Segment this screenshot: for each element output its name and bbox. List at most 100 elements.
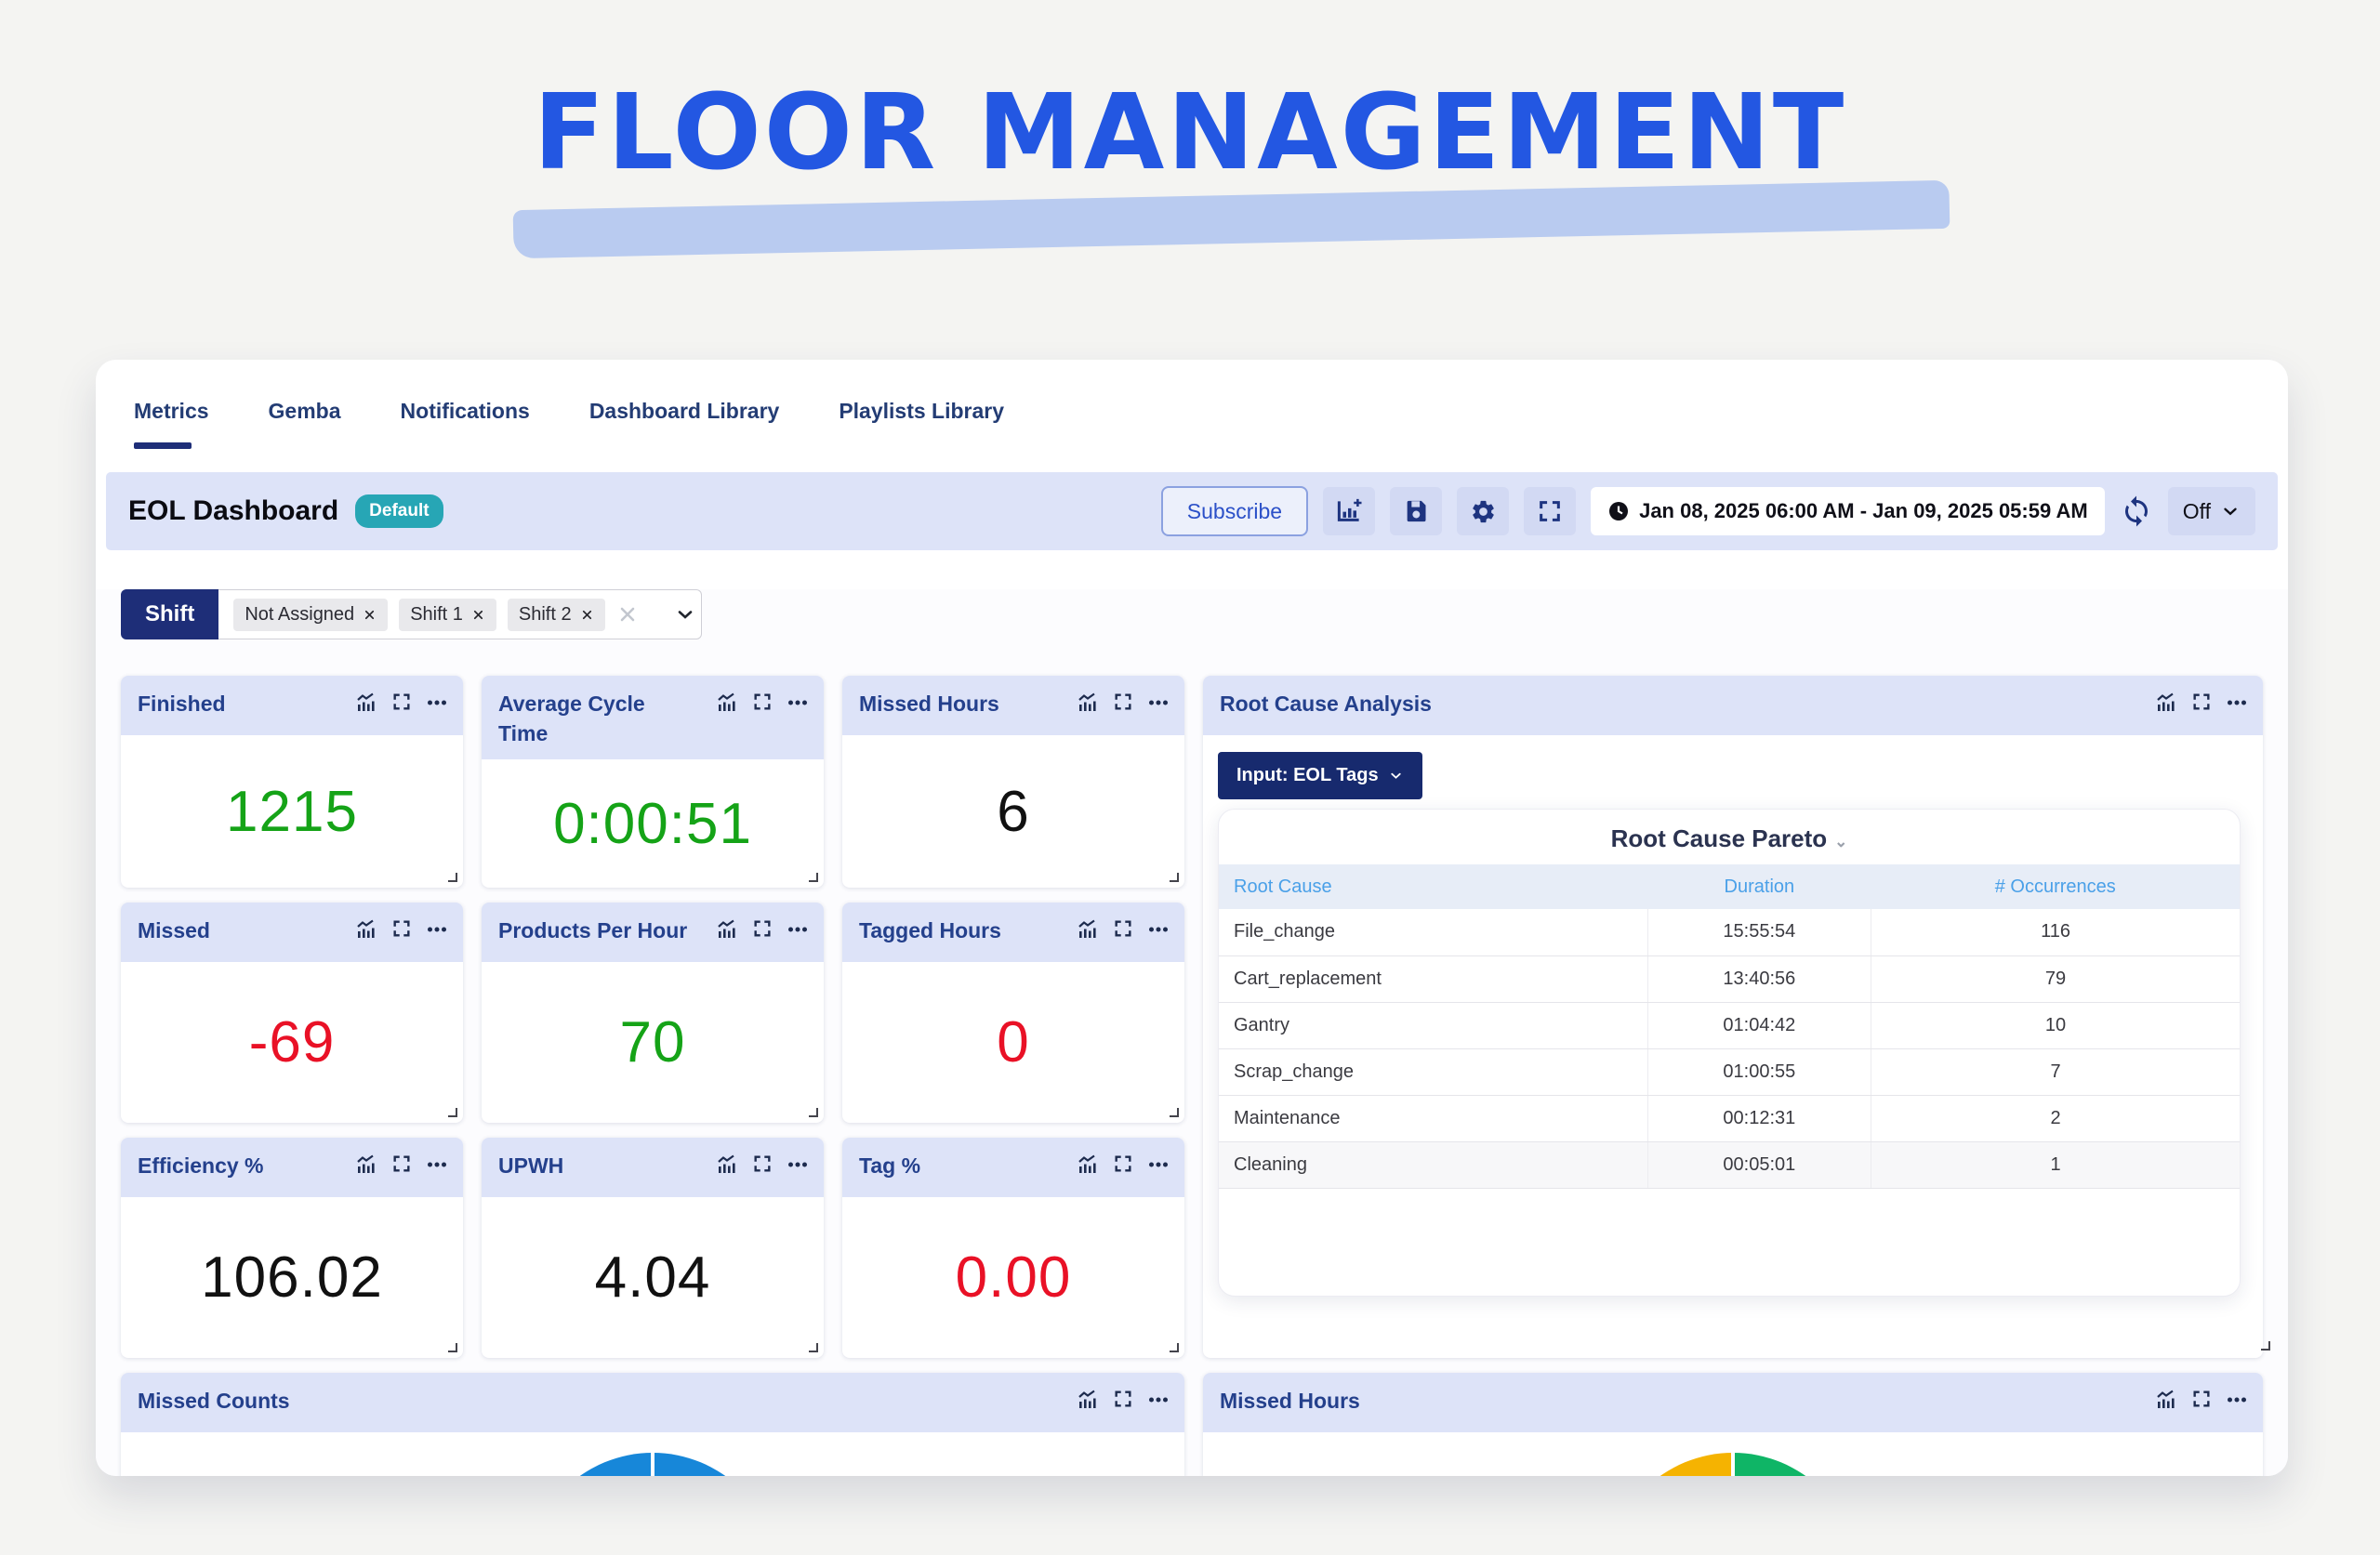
- add-chart-icon: [1335, 497, 1363, 525]
- fullscreen-icon[interactable]: [391, 692, 412, 714]
- metric-card-average-cycle-time: Average Cycle Time 0:00:51: [482, 676, 824, 888]
- ellipsis-icon[interactable]: [1147, 692, 1170, 714]
- page-title: FLOOR MANAGEMENT: [0, 72, 2380, 193]
- date-range-picker[interactable]: Jan 08, 2025 06:00 AM - Jan 09, 2025 05:…: [1591, 487, 2105, 535]
- ellipsis-icon[interactable]: [2226, 1389, 2248, 1411]
- dashboard-toolbar: Subscribe: [1161, 486, 2255, 536]
- settings-button[interactable]: [1457, 487, 1509, 535]
- table-row: Gantry01:04:4210: [1219, 1002, 2240, 1048]
- chart-icon[interactable]: [716, 1153, 738, 1176]
- tab-notifications[interactable]: Notifications: [401, 399, 530, 472]
- root-cause-analysis-panel: Root Cause Analysis Input: EOL Tags Root…: [1203, 676, 2263, 1358]
- chip-remove-icon[interactable]: [363, 608, 377, 622]
- table-row: Cleaning00:05:011: [1219, 1141, 2240, 1188]
- fullscreen-icon[interactable]: [1113, 918, 1133, 941]
- input-source-dropdown[interactable]: Input: EOL Tags: [1218, 752, 1422, 799]
- fullscreen-button[interactable]: [1524, 487, 1576, 535]
- fullscreen-icon[interactable]: [1113, 1153, 1133, 1176]
- subscribe-button[interactable]: Subscribe: [1161, 486, 1308, 536]
- chevron-down-icon[interactable]: ⌄: [1834, 833, 1847, 850]
- ellipsis-icon[interactable]: [1147, 1389, 1170, 1411]
- ellipsis-icon[interactable]: [787, 918, 809, 941]
- chart-icon[interactable]: [355, 918, 377, 941]
- chevron-down-icon[interactable]: [674, 603, 696, 626]
- resize-handle[interactable]: [1170, 873, 1179, 882]
- metric-card-tag-percent: Tag % 0.00: [842, 1138, 1184, 1358]
- shift-filter-field[interactable]: Not Assigned Shift 1 Shift 2: [218, 589, 702, 639]
- add-chart-button[interactable]: [1323, 487, 1375, 535]
- shift-filter-label[interactable]: Shift: [121, 589, 218, 639]
- chart-icon[interactable]: [2155, 1389, 2177, 1411]
- ellipsis-icon[interactable]: [426, 692, 448, 714]
- chart-icon[interactable]: [1077, 1389, 1099, 1411]
- date-range-text: Jan 08, 2025 06:00 AM - Jan 09, 2025 05:…: [1639, 499, 2088, 523]
- chart-icon[interactable]: [1077, 692, 1099, 714]
- fullscreen-icon[interactable]: [752, 692, 773, 714]
- column-header-duration[interactable]: Duration: [1647, 864, 1871, 909]
- ellipsis-icon[interactable]: [1147, 1153, 1170, 1176]
- fullscreen-icon[interactable]: [2191, 692, 2212, 714]
- fullscreen-icon[interactable]: [1113, 692, 1133, 714]
- resize-handle[interactable]: [809, 1343, 818, 1352]
- tab-dashboard-library[interactable]: Dashboard Library: [589, 399, 780, 472]
- filter-chip[interactable]: Shift 2: [508, 599, 605, 631]
- refresh-button[interactable]: [2120, 494, 2153, 528]
- metric-value: 1215: [226, 779, 358, 845]
- pareto-chart-title: Root Cause Pareto⌄: [1219, 810, 2240, 864]
- chevron-down-icon: [2220, 501, 2241, 521]
- fullscreen-icon[interactable]: [391, 918, 412, 941]
- active-tab-underline: [134, 442, 192, 449]
- metric-value: 0.00: [956, 1245, 1072, 1311]
- chart-icon[interactable]: [2155, 692, 2177, 714]
- resize-handle[interactable]: [809, 1108, 818, 1117]
- missed-counts-panel: Missed Counts: [121, 1373, 1184, 1476]
- fullscreen-icon[interactable]: [2191, 1389, 2212, 1411]
- clear-all-icon[interactable]: [616, 603, 639, 626]
- dashboard-window: Metrics Gemba Notifications Dashboard Li…: [96, 360, 2288, 1476]
- chart-icon[interactable]: [1077, 918, 1099, 941]
- ellipsis-icon[interactable]: [787, 1153, 809, 1176]
- fullscreen-icon[interactable]: [752, 1153, 773, 1176]
- metric-card-upwh: UPWH 4.04: [482, 1138, 824, 1358]
- ellipsis-icon[interactable]: [426, 1153, 448, 1176]
- resize-handle[interactable]: [1170, 1343, 1179, 1352]
- tab-gemba[interactable]: Gemba: [269, 399, 341, 472]
- fullscreen-icon[interactable]: [391, 1153, 412, 1176]
- resize-handle[interactable]: [448, 1108, 457, 1117]
- ellipsis-icon[interactable]: [1147, 918, 1170, 941]
- chart-icon[interactable]: [355, 1153, 377, 1176]
- metric-value: 70: [620, 1009, 686, 1075]
- tab-playlists-library[interactable]: Playlists Library: [839, 399, 1004, 472]
- save-button[interactable]: [1390, 487, 1442, 535]
- resize-handle[interactable]: [809, 873, 818, 882]
- tab-metrics[interactable]: Metrics: [134, 399, 209, 472]
- save-icon: [1403, 498, 1429, 524]
- column-header-occurrences[interactable]: # Occurrences: [1871, 864, 2240, 909]
- metric-value: 0:00:51: [553, 791, 752, 857]
- resize-handle[interactable]: [448, 1343, 457, 1352]
- auto-refresh-dropdown[interactable]: Off: [2168, 487, 2255, 535]
- metric-card-missed-hours: Missed Hours 6: [842, 676, 1184, 888]
- ellipsis-icon[interactable]: [2226, 692, 2248, 714]
- chart-icon[interactable]: [1077, 1153, 1099, 1176]
- chip-remove-icon[interactable]: [471, 608, 485, 622]
- column-header-root-cause[interactable]: Root Cause: [1219, 864, 1647, 909]
- resize-handle[interactable]: [2261, 1341, 2270, 1351]
- hero: FLOOR MANAGEMENT: [0, 0, 2380, 335]
- resize-handle[interactable]: [1170, 1108, 1179, 1117]
- metric-card-tagged-hours: Tagged Hours 0: [842, 903, 1184, 1123]
- top-nav: Metrics Gemba Notifications Dashboard Li…: [96, 360, 2288, 472]
- missed-hours-panel: Missed Hours: [1203, 1373, 2263, 1476]
- filter-chip[interactable]: Shift 1: [399, 599, 496, 631]
- refresh-icon: [2120, 494, 2153, 528]
- chip-remove-icon[interactable]: [580, 608, 594, 622]
- ellipsis-icon[interactable]: [426, 918, 448, 941]
- resize-handle[interactable]: [448, 873, 457, 882]
- chart-icon[interactable]: [355, 692, 377, 714]
- chart-icon[interactable]: [716, 918, 738, 941]
- filter-chip[interactable]: Not Assigned: [233, 599, 388, 631]
- fullscreen-icon[interactable]: [1113, 1389, 1133, 1411]
- fullscreen-icon[interactable]: [752, 918, 773, 941]
- ellipsis-icon[interactable]: [787, 692, 809, 714]
- chart-icon[interactable]: [716, 692, 738, 714]
